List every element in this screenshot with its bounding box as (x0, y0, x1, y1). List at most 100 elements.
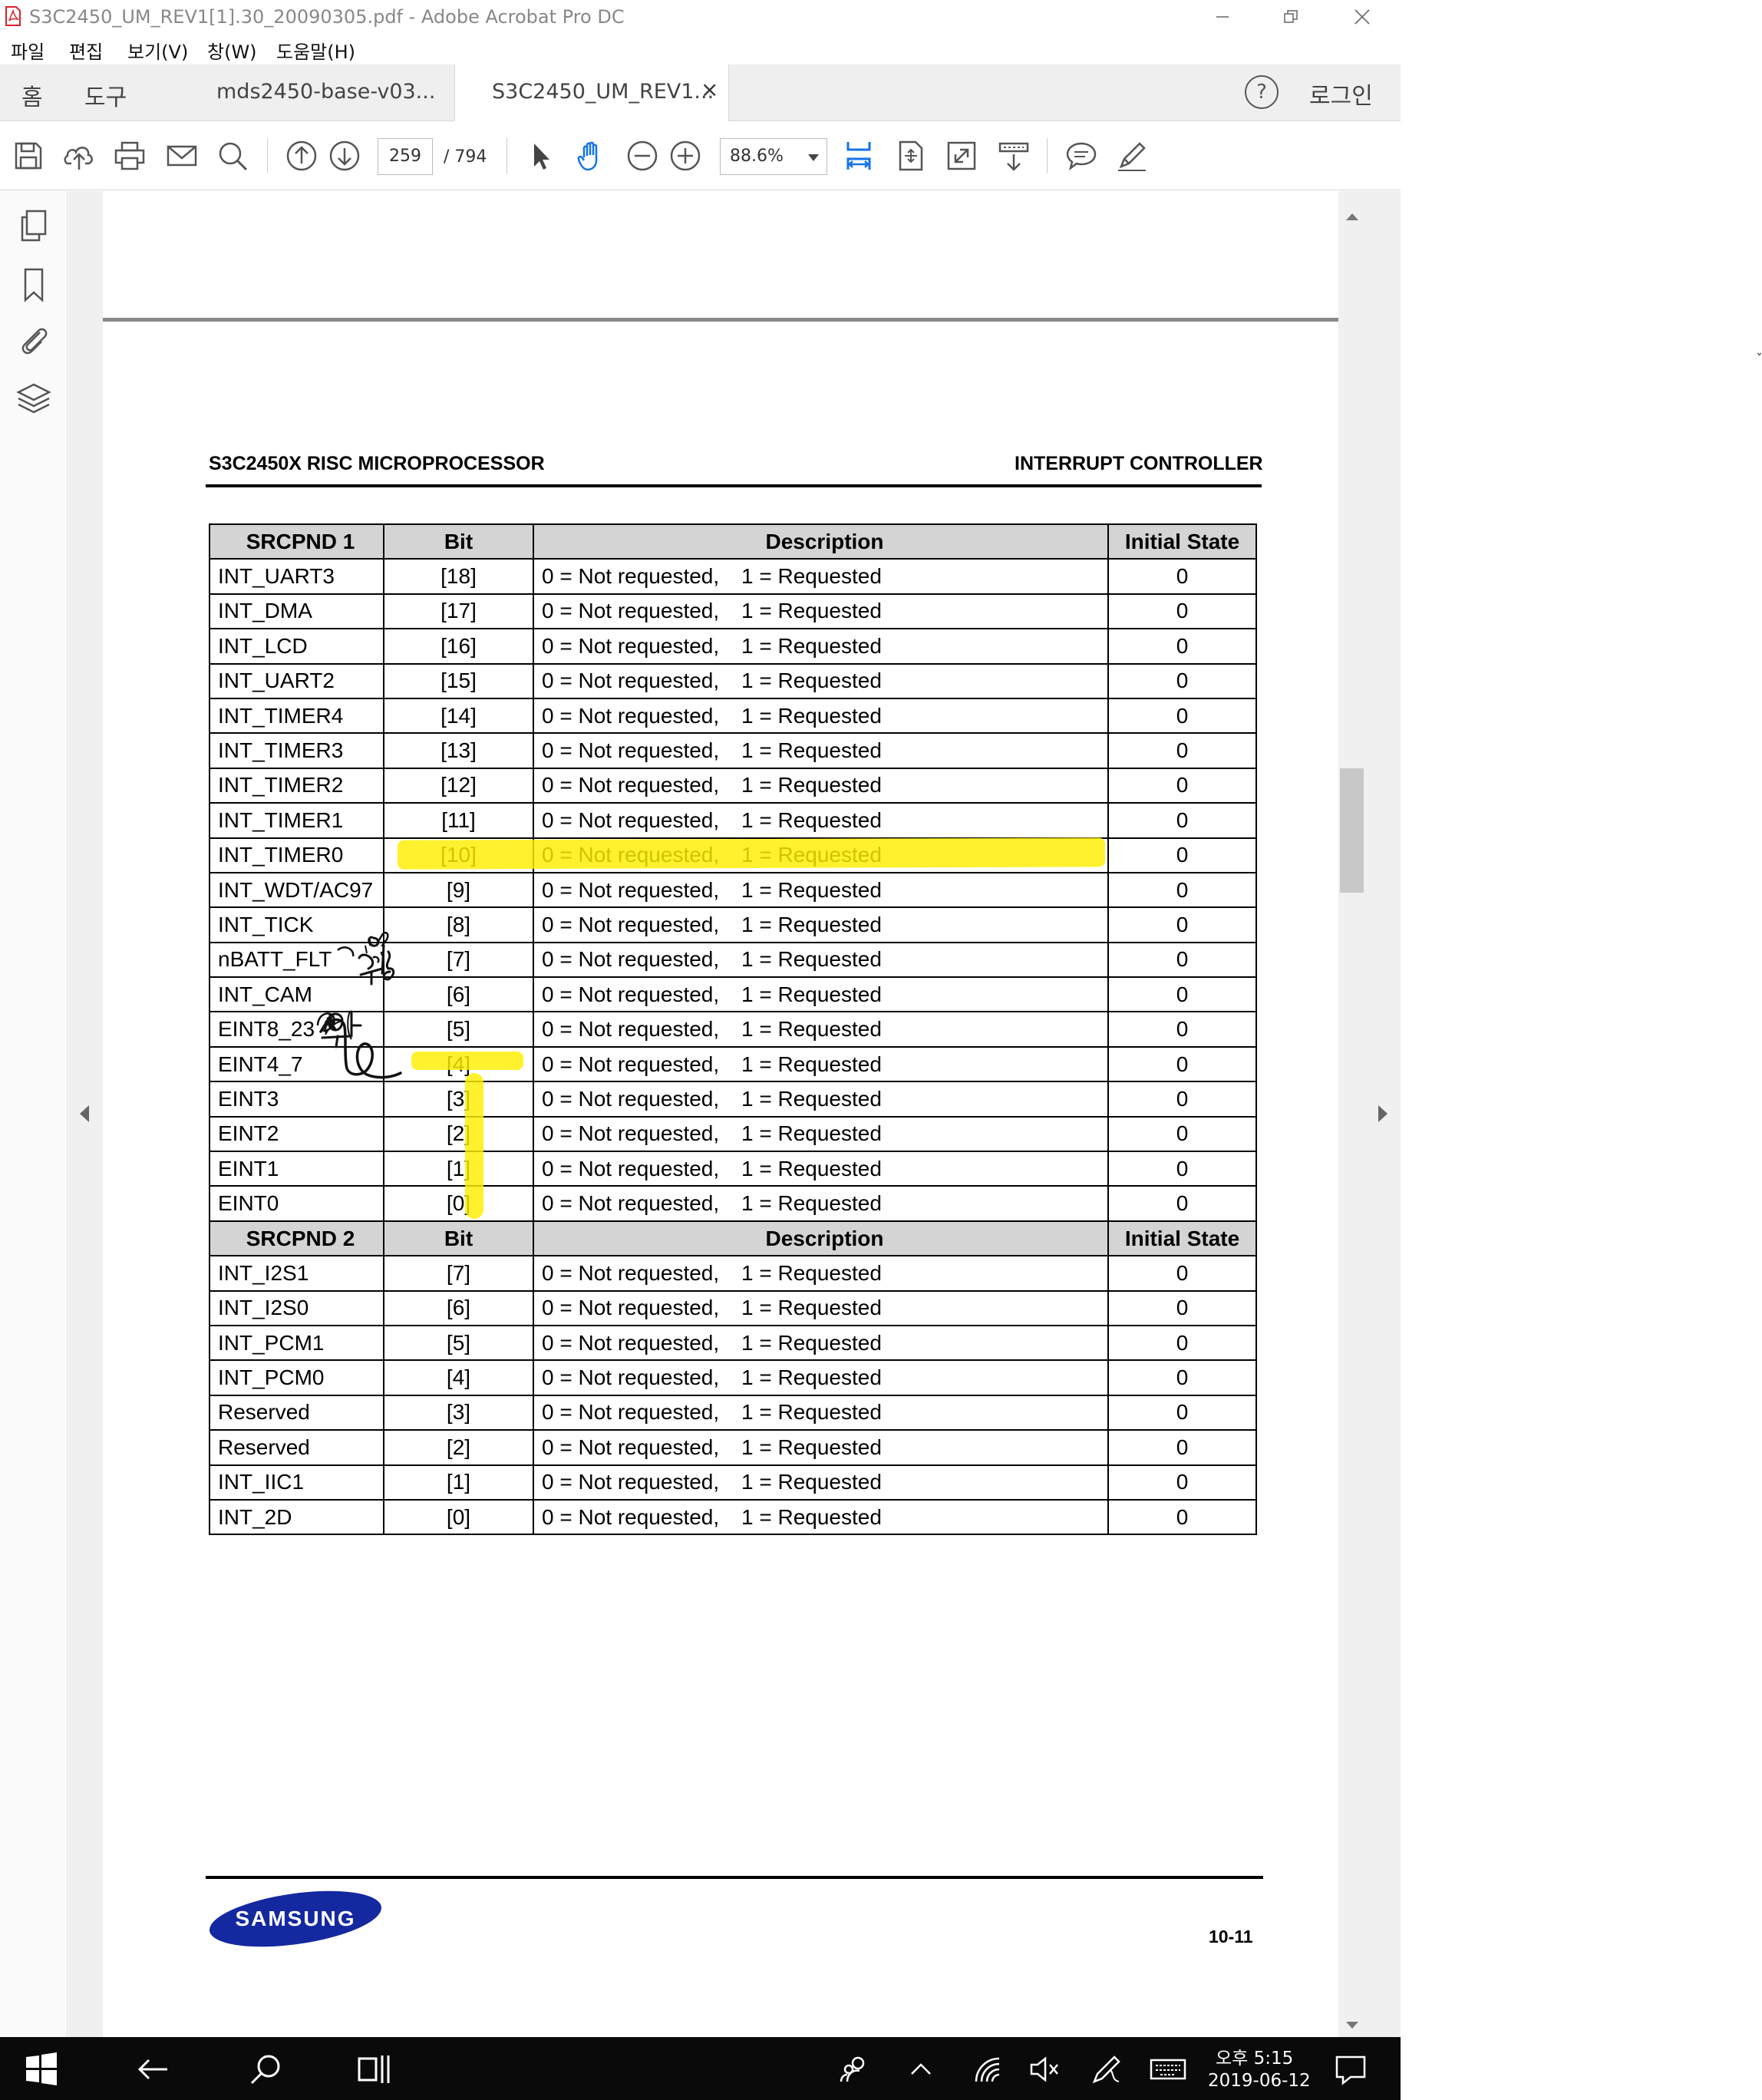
collapse-right-panel-icon[interactable] (1378, 1105, 1387, 1122)
previous-page-button[interactable] (282, 137, 321, 175)
pages-icon[interactable] (14, 206, 54, 246)
close-window-button[interactable] (1328, 0, 1397, 34)
description-cell: 0 = Not requested, 1 = Requested (533, 1115, 1109, 1153)
notification-icon[interactable] (1332, 2051, 1369, 2088)
initial-state: 0 (1107, 558, 1257, 595)
description-not-requested: 0 = Not requested, (542, 912, 720, 936)
title-bar: S3C2450_UM_REV1[1].30_20090305.pdf - Ado… (0, 0, 1401, 34)
description-not-requested: 0 = Not requested, (542, 1121, 720, 1146)
column-header: Bit (383, 1220, 534, 1257)
description-requested: 1 = Requested (741, 599, 882, 623)
interrupt-name: INT_TIMER4 (209, 697, 384, 735)
help-button[interactable]: ? (1245, 75, 1279, 109)
next-page-button[interactable] (325, 137, 364, 175)
initial-state: 0 (1107, 1394, 1257, 1431)
menu-window[interactable]: 창(W) (207, 37, 257, 64)
menu-view[interactable]: 보기(V) (127, 37, 188, 64)
bit-index: [4] (383, 1359, 534, 1396)
bit-index: [18] (383, 558, 534, 595)
description-cell: 0 = Not requested, 1 = Requested (533, 662, 1109, 699)
tab-bar: 홈 도구 mds2450-base-v03... S3C2450_UM_REV1… (0, 64, 1401, 121)
description-requested: 1 = Requested (741, 912, 882, 936)
task-view-icon[interactable] (356, 2051, 393, 2088)
collapse-left-panel-icon[interactable] (80, 1105, 89, 1122)
back-arrow-icon[interactable] (135, 2051, 172, 2088)
find-button[interactable] (213, 137, 252, 175)
interrupt-name: EINT0 (209, 1185, 384, 1222)
description-requested: 1 = Requested (741, 1191, 882, 1216)
wifi-icon[interactable] (968, 2051, 1005, 2088)
zoom-out-button[interactable] (623, 137, 662, 175)
interrupt-name: INT_TICK (209, 906, 384, 943)
tab-close-icon[interactable]: × (701, 77, 718, 102)
email-button[interactable] (163, 137, 201, 175)
tab-document-mds2450[interactable]: mds2450-base-v03... (184, 64, 453, 121)
bit-index: [3] (383, 1081, 534, 1118)
tab-document-s3c2450-label: S3C2450_UM_REV1... (492, 80, 714, 104)
layers-icon[interactable] (14, 378, 54, 418)
save-button[interactable] (9, 137, 48, 175)
bookmark-icon[interactable] (14, 265, 54, 305)
menu-edit[interactable]: 편집 (69, 37, 103, 64)
people-icon[interactable] (836, 2051, 873, 2088)
initial-state: 0 (1107, 871, 1257, 909)
description-not-requested: 0 = Not requested, (542, 1330, 720, 1355)
bit-index: [7] (383, 941, 534, 979)
description-not-requested: 0 = Not requested, (542, 703, 720, 728)
bit-index: [3] (383, 1394, 534, 1431)
tab-tools[interactable]: 도구 (84, 78, 127, 112)
windows-start-icon[interactable] (23, 2051, 60, 2088)
description-requested: 1 = Requested (741, 877, 882, 902)
tab-home[interactable]: 홈 (21, 78, 43, 112)
search-icon[interactable] (247, 2051, 284, 2088)
keyboard-icon[interactable] (1150, 2051, 1186, 2088)
interrupt-name: INT_TIMER1 (209, 802, 384, 839)
scroll-up-icon[interactable] (1346, 213, 1358, 220)
bit-index: [13] (383, 732, 534, 769)
table-row: INT_I2S0 [6] 0 = Not requested, 1 = Request… (209, 1289, 1257, 1326)
tab-document-s3c2450[interactable]: S3C2450_UM_REV1... × (454, 64, 729, 121)
menu-help[interactable]: 도움말(H) (276, 37, 355, 64)
yellow-highlight-timer0 (397, 837, 1106, 870)
comment-button[interactable] (1062, 137, 1100, 175)
initial-state: 0 (1107, 1429, 1257, 1466)
zoom-out-icon (627, 140, 658, 171)
menu-file[interactable]: 파일 (11, 37, 45, 64)
tray-up-icon[interactable] (902, 2051, 939, 2088)
scrollbar-thumb[interactable] (1340, 768, 1364, 893)
minimize-button[interactable] (1188, 0, 1257, 34)
attachment-icon[interactable] (14, 320, 54, 360)
clock-time[interactable]: 오후 5:15 (1216, 2043, 1293, 2069)
restore-button[interactable] (1256, 0, 1325, 34)
bit-index: [0] (383, 1498, 534, 1536)
initial-state: 0 (1107, 1359, 1257, 1396)
zoom-in-button[interactable] (666, 137, 704, 175)
description-requested: 1 = Requested (741, 773, 882, 797)
print-button[interactable] (111, 137, 149, 175)
clock-date[interactable]: 2019-06-12 (1208, 2071, 1311, 2091)
comment-icon (1066, 142, 1097, 171)
fit-width-button[interactable] (840, 137, 878, 175)
window-title: S3C2450_UM_REV1[1].30_20090305.pdf - Ado… (29, 6, 625, 28)
fit-page-button[interactable] (892, 137, 930, 175)
description-cell: 0 = Not requested, 1 = Requested (533, 1429, 1109, 1466)
scroll-mode-button[interactable] (995, 137, 1033, 175)
table-row: INT_IIC1 [1] 0 = Not requested, 1 = Request… (209, 1464, 1257, 1501)
toolbar-separator (1047, 138, 1048, 173)
interrupt-name: INT_TIMER3 (209, 732, 384, 769)
pen-icon[interactable] (1088, 2051, 1125, 2088)
zoom-select[interactable]: 88.6% (720, 138, 827, 175)
highlight-button[interactable] (1113, 137, 1151, 175)
header-rule (206, 484, 1262, 487)
logo-text: SAMSUNG (235, 1907, 355, 1930)
login-button[interactable]: 로그인 (1309, 77, 1373, 111)
select-tool-button[interactable] (522, 137, 560, 175)
vertical-scrollbar[interactable] (1338, 191, 1365, 2037)
volume-muted-icon[interactable] (1027, 2051, 1064, 2088)
upload-button[interactable] (60, 137, 98, 175)
page-number-input[interactable]: 259 (378, 138, 433, 175)
description-not-requested: 0 = Not requested, (542, 1365, 720, 1390)
full-screen-button[interactable] (942, 137, 981, 175)
hand-tool-button[interactable] (572, 137, 611, 175)
scroll-down-icon[interactable] (1346, 2022, 1358, 2029)
